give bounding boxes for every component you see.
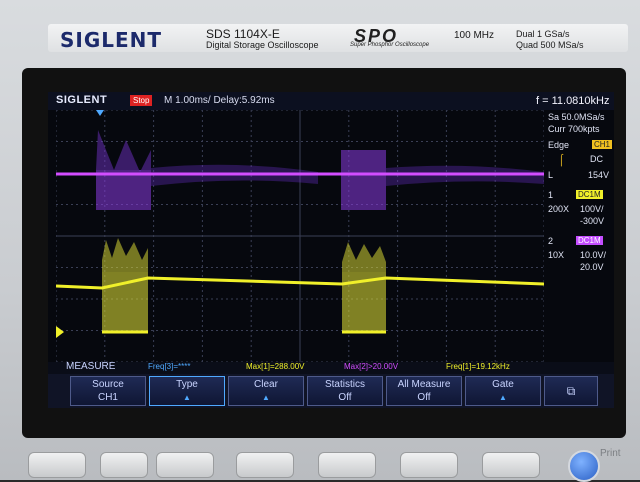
ch1-probe: 200X [548, 204, 570, 214]
softkey-label: Statistics [324, 379, 365, 390]
ch2-burst-2 [341, 150, 386, 210]
ch2-probe: 10X [548, 250, 565, 260]
waveform-grid [56, 110, 544, 362]
ch1-number[interactable]: 1 [548, 190, 553, 200]
trigger-level-label: L [548, 170, 554, 180]
network-icon: ⧉ [566, 383, 576, 398]
print-label: Print [600, 448, 621, 459]
ch2-burst-1-top [96, 130, 151, 172]
sample-rate-quad: Quad 500 MSa/s [516, 40, 584, 50]
softkey-label: All Measure [397, 379, 451, 390]
scope-screen: SIGLENT Stop M 1.00ms/ Delay:5.92ms f = … [48, 92, 614, 408]
type-softkey[interactable]: Type ▲ [149, 376, 225, 406]
source-softkey[interactable]: Source CH1 [70, 376, 146, 406]
measure-title: MEASURE [66, 361, 116, 372]
bandwidth-label: 100 MHz [454, 30, 495, 41]
softkey-label: Gate [492, 379, 514, 390]
gate-softkey[interactable]: Gate ▲ [465, 376, 541, 406]
trigger-type-label: Edge [548, 140, 570, 150]
hw-button-6[interactable] [400, 452, 458, 478]
ch1-coupling-badge[interactable]: DC1M [576, 190, 603, 199]
rising-edge-icon: ⌠ [558, 154, 565, 166]
network-softkey[interactable]: ⧉ [544, 376, 598, 406]
ch2-offset: 20.0V [580, 262, 604, 272]
ch2-burst-2-tail [386, 165, 544, 186]
ch2-scale: 10.0V/ [580, 250, 607, 260]
sample-rate-readout: Sa 50.0MSa/s [548, 112, 605, 122]
ch1-scale: 100V/ [580, 204, 604, 214]
hw-button-2[interactable] [100, 452, 148, 478]
softkey-bar: Source CH1 Type ▲ Clear ▲ Statistics Off… [48, 374, 614, 408]
memory-depth-readout: Curr 700kpts [548, 124, 600, 134]
clear-softkey[interactable]: Clear ▲ [228, 376, 304, 406]
ch1-offset: -300V [580, 216, 605, 226]
softkey-arrow-icon: ▲ [499, 393, 507, 402]
softkey-value: Off [338, 392, 352, 403]
softkey-label: Source [92, 379, 124, 390]
right-info-panel: Sa 50.0MSa/s Curr 700kpts Edge CH1 ⌠ DC … [546, 110, 614, 362]
measure-freq3: Freq[3]=**** [148, 362, 191, 371]
trigger-position-icon[interactable] [96, 110, 104, 116]
all-measure-softkey[interactable]: All Measure Off [386, 376, 462, 406]
hw-button-3[interactable] [156, 452, 214, 478]
hw-button-7[interactable] [482, 452, 540, 478]
softkey-value: CH1 [97, 392, 118, 403]
ch2-coupling-badge[interactable]: DC1M [576, 236, 603, 245]
status-bar: SIGLENT Stop M 1.00ms/ Delay:5.92ms f = … [48, 92, 614, 110]
softkey-arrow-icon: ▲ [262, 393, 270, 402]
softkey-label: Type [176, 379, 198, 390]
model-subtitle: Digital Storage Oscilloscope [206, 40, 319, 50]
spo-subtitle: Super Phosphor Oscilloscope [350, 42, 430, 48]
measure-max1: Max[1]=288.00V [246, 362, 305, 371]
softkey-arrow-icon: ▲ [183, 393, 191, 402]
ch1-burst-2-noise [342, 242, 386, 272]
menu-off-knob[interactable] [568, 450, 600, 482]
frequency-readout: f = 11.0810kHz [536, 95, 610, 107]
ch1-burst-1-noise [102, 238, 148, 272]
trigger-source-badge[interactable]: CH1 [592, 140, 613, 149]
timebase-readout: M 1.00ms/ Delay:5.92ms [164, 95, 275, 106]
measure-max2: Max[2]>20.00V [344, 362, 399, 371]
brand-logo: SIGLENT [60, 28, 163, 52]
run-state-badge[interactable]: Stop [130, 95, 153, 106]
measure-freq1: Freq[1]=19.12kHz [446, 362, 510, 371]
measure-strip: MEASURE Freq[3]=**** Max[1]=288.00V Max[… [48, 361, 614, 374]
softkey-value: Off [417, 392, 431, 403]
statistics-softkey[interactable]: Statistics Off [307, 376, 383, 406]
hw-button-4[interactable] [236, 452, 294, 478]
trigger-coupling: DC [590, 154, 603, 164]
ch1-marker-icon[interactable] [56, 326, 64, 338]
ch2-burst-1 [96, 170, 151, 210]
ch2-number[interactable]: 2 [548, 236, 553, 246]
hw-button-1[interactable] [28, 452, 86, 478]
model-name: SDS 1104X-E [206, 27, 280, 41]
trigger-level-value: 154V [588, 170, 610, 180]
softkey-label: Clear [254, 379, 278, 390]
status-logo: SIGLENT [56, 94, 108, 106]
sample-rate-dual: Dual 1 GSa/s [516, 29, 570, 39]
hw-button-5[interactable] [318, 452, 376, 478]
